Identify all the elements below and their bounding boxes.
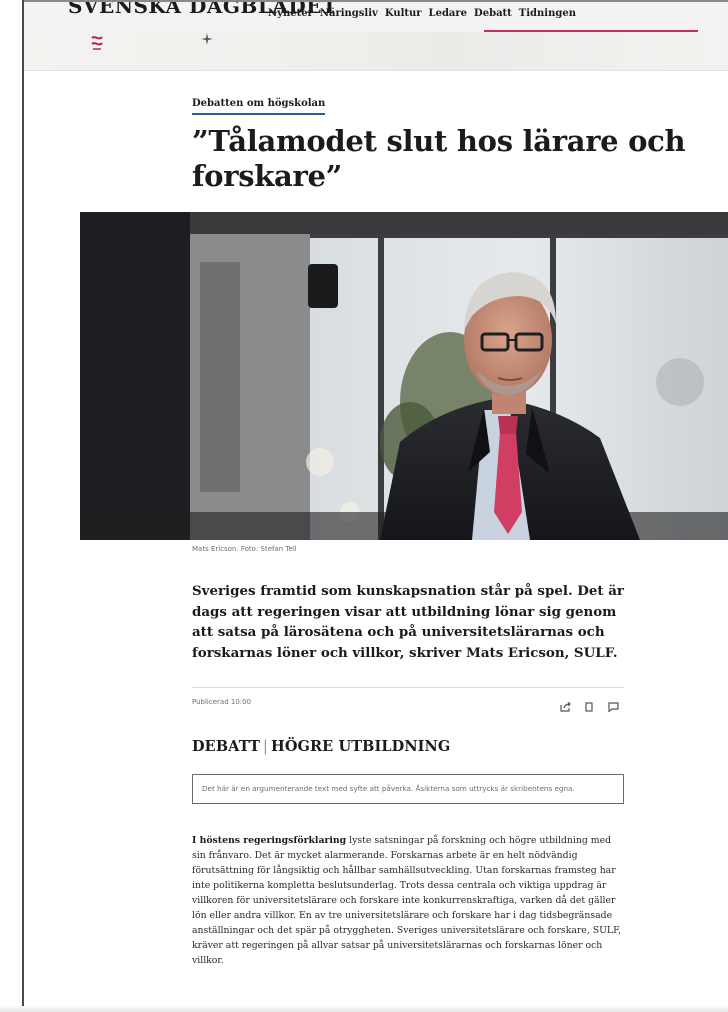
header-band (24, 32, 728, 70)
window-left-edge (22, 0, 24, 1012)
main-nav: Nyheter Näringsliv Kultur Ledare Debatt … (268, 8, 576, 19)
published-time: Publicerad 10:00 (192, 698, 252, 706)
article-lead: Sveriges framtid som kunskapsnation står… (192, 583, 624, 661)
divider (192, 687, 624, 688)
section-debatt[interactable]: DEBATT (192, 738, 260, 755)
nav-item-debatt[interactable]: Debatt (474, 8, 512, 19)
photo-caption: Mats Ericson. Foto: Stefan Tell (192, 545, 297, 553)
article-photo (80, 212, 728, 540)
header-accent-line (484, 30, 698, 32)
section-hogre-utbildning[interactable]: HÖGRE UTBILDNING (271, 738, 450, 755)
nav-item-naringsliv[interactable]: Näringsliv (320, 8, 378, 19)
article-tools (558, 700, 620, 714)
article-headline: ”Tålamodet slut hos lärare och forskare” (192, 124, 686, 193)
opinion-notice: Det här är en argumenterande text med sy… (192, 774, 624, 804)
article-body: I höstens regeringsförklaring lyste sats… (192, 834, 624, 969)
site-header: SVENSKA DAGBLADET Nyheter Näringsliv Kul… (24, 2, 728, 71)
nav-item-kultur[interactable]: Kultur (385, 8, 422, 19)
window-bottom-edge (0, 1006, 728, 1012)
nav-item-nyheter[interactable]: Nyheter (268, 8, 313, 19)
nav-item-ledare[interactable]: Ledare (429, 8, 468, 19)
body-lead-bold: I höstens regeringsförklaring (192, 835, 347, 846)
logo-emblem-icon (91, 36, 103, 50)
comment-icon[interactable] (606, 700, 620, 714)
decorative-star-icon (201, 33, 213, 45)
bookmark-icon[interactable] (582, 700, 596, 714)
share-icon[interactable] (558, 700, 572, 714)
nav-item-tidningen[interactable]: Tidningen (519, 8, 576, 19)
section-separator: | (263, 739, 269, 755)
section-label: DEBATT | HÖGRE UTBILDNING (192, 738, 450, 755)
article-kicker[interactable]: Debatten om högskolan (192, 98, 326, 115)
body-paragraph: lyste satsningar på forskning och högre … (192, 835, 622, 966)
